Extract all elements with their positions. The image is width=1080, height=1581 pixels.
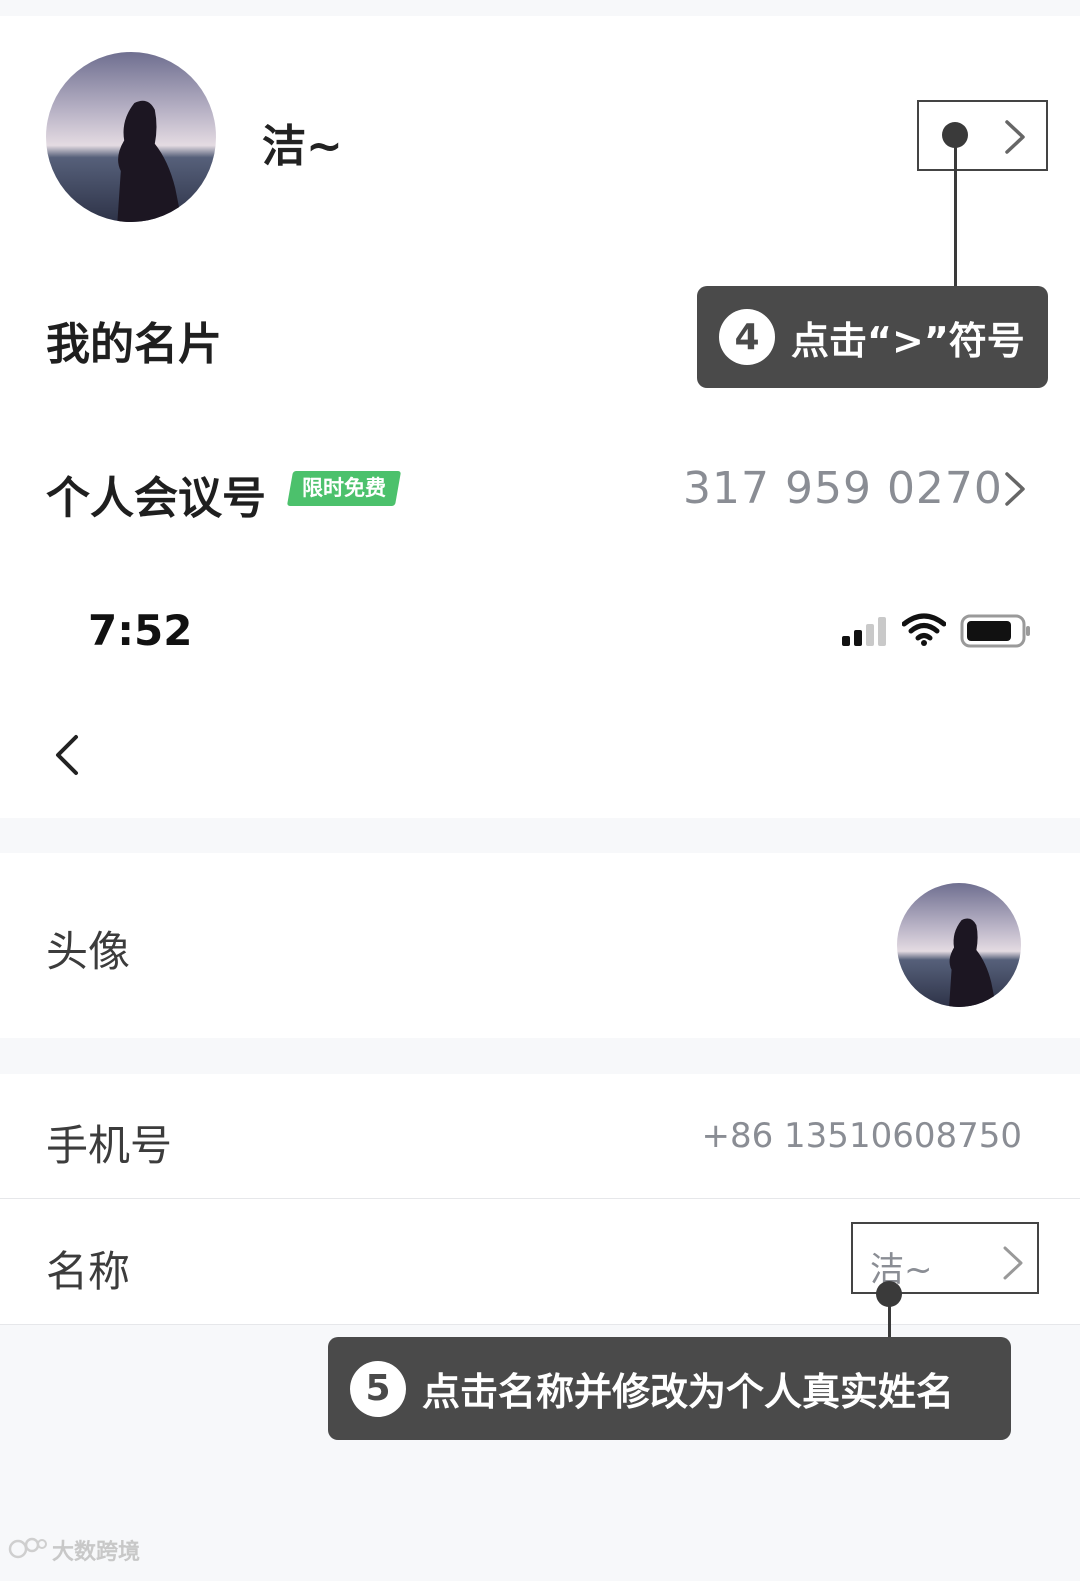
row-divider-bottom [0, 1324, 1080, 1325]
battery-icon [960, 614, 1030, 648]
callout-4-text: 点击“>”符号 [791, 318, 1025, 363]
free-limited-badge: 限时免费 [286, 471, 402, 506]
callout-4-number: 4 [719, 309, 775, 365]
watermark-logo-icon [8, 1537, 47, 1559]
avatar-label: 头像 [46, 927, 131, 976]
highlight-box-profile-arrow [917, 100, 1048, 171]
name-label: 名称 [46, 1247, 131, 1296]
callout-step-4: 4 点击“>”符号 [697, 286, 1048, 388]
profile-name: 洁~ [262, 121, 343, 172]
settings-avatar[interactable] [897, 883, 1021, 1007]
callout-4-anchor-dot [942, 122, 968, 148]
meeting-chevron-right-icon[interactable] [1002, 470, 1028, 508]
profile-avatar[interactable] [46, 52, 216, 222]
meeting-id-value: 317 959 0270 [683, 463, 1003, 514]
profile-chevron-right-icon[interactable] [1002, 118, 1028, 156]
my-card-label[interactable]: 我的名片 [46, 308, 222, 372]
phone-value: +86 13510608750 [701, 1116, 1022, 1156]
callout-4-connector [954, 146, 957, 286]
callout-step-5: 5 点击名称并修改为个人真实姓名 [328, 1337, 1011, 1440]
back-chevron-icon[interactable] [52, 733, 84, 777]
phone-label: 手机号 [46, 1121, 173, 1170]
callout-5-connector [888, 1294, 891, 1338]
cellular-signal-icon [842, 617, 886, 646]
watermark-text: 大数跨境 [52, 1540, 141, 1565]
meeting-id-label[interactable]: 个人会议号 [46, 462, 266, 526]
callout-5-number: 5 [350, 1360, 406, 1417]
highlight-box-name [851, 1222, 1039, 1294]
wifi-icon [902, 613, 946, 646]
status-time: 7:52 [88, 606, 193, 655]
callout-5-text: 点击名称并修改为个人真实姓名 [422, 1370, 955, 1414]
